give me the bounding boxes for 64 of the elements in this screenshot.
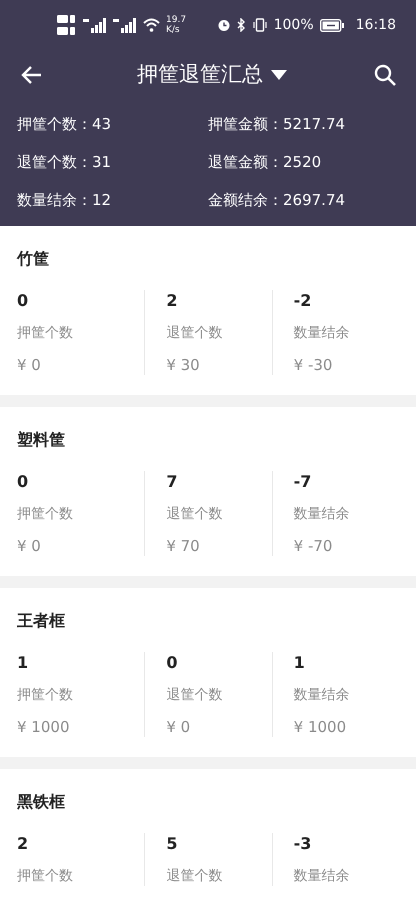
stat-amount: ¥ 0 <box>17 536 42 556</box>
stat-label: 数量结余 <box>294 686 351 705</box>
card-title: 王者框 <box>17 610 66 632</box>
bluetooth-icon <box>236 18 246 32</box>
signal-icon <box>83 17 107 33</box>
battery-percent: 100% <box>274 16 314 34</box>
stat-count: 2 <box>166 290 178 312</box>
stat-label: 押筐个数 <box>17 324 74 343</box>
vibrate-icon <box>252 18 268 32</box>
summary-label: 押筐金额： <box>208 114 283 134</box>
summary-value: 2520 <box>283 152 322 172</box>
clock: 16:18 <box>356 16 396 34</box>
stat-label: 押筐个数 <box>17 867 74 886</box>
stat-amount: ¥ 30 <box>166 355 201 375</box>
network-speed-unit: K/s <box>166 25 181 35</box>
summary-value: 5217.74 <box>283 114 346 134</box>
stat-amount: ¥ 0 <box>17 355 42 375</box>
signal-icon <box>113 17 137 33</box>
summary-value: 31 <box>92 152 112 172</box>
stat-label: 押筐个数 <box>17 505 74 524</box>
stat-amount: ¥ 1000 <box>294 717 348 737</box>
back-arrow-icon[interactable] <box>20 65 42 85</box>
stat-label: 数量结余 <box>294 867 351 886</box>
stat-amount: ¥ -70 <box>294 536 334 556</box>
stat-label: 押筐个数 <box>17 686 74 705</box>
caret-icon <box>271 70 287 80</box>
card-title: 塑料筐 <box>17 429 66 451</box>
summary-label: 退筐金额： <box>208 152 283 172</box>
stat-count: 0 <box>17 290 30 312</box>
search-icon[interactable] <box>374 64 396 86</box>
summary-label: 押筐个数： <box>17 114 92 134</box>
summary-value: 12 <box>92 190 112 210</box>
stat-count: 0 <box>17 471 30 493</box>
summary-value: 2697.74 <box>283 190 346 210</box>
battery-icon <box>320 18 344 32</box>
summary-value: 43 <box>92 114 112 134</box>
stat-count: 1 <box>17 652 30 674</box>
stat-amount: ¥ 70 <box>166 536 201 556</box>
summary-label: 退筐个数： <box>17 152 92 172</box>
stat-count: 7 <box>166 471 178 493</box>
stat-count: 2 <box>17 833 30 855</box>
stat-label: 数量结余 <box>294 505 351 524</box>
card-title: 黑铁框 <box>17 791 66 813</box>
card-title: 竹筐 <box>17 248 50 270</box>
stat-label: 数量结余 <box>294 324 351 343</box>
network-speed: 19.7 <box>166 15 186 25</box>
summary-label: 数量结余： <box>17 190 92 210</box>
title-dropdown[interactable]: 押筐退筐汇总 <box>137 59 287 91</box>
stat-count: 5 <box>166 833 178 855</box>
wifi-icon <box>143 18 160 32</box>
stat-label: 退筐个数 <box>166 686 224 705</box>
stat-count: 0 <box>166 652 178 674</box>
alarm-icon <box>216 18 231 32</box>
summary-label: 金额结余： <box>208 190 283 210</box>
stat-label: 退筐个数 <box>166 324 224 343</box>
stat-count: -3 <box>294 833 312 855</box>
stat-count: -2 <box>294 290 312 312</box>
stat-label: 退筐个数 <box>166 505 224 524</box>
stat-count: -7 <box>294 471 312 493</box>
stat-count: 1 <box>294 652 306 674</box>
stat-amount: ¥ 1000 <box>17 717 70 737</box>
stat-amount: ¥ -30 <box>294 355 334 375</box>
stat-amount: ¥ 0 <box>166 717 192 737</box>
stat-label: 退筐个数 <box>166 867 224 886</box>
